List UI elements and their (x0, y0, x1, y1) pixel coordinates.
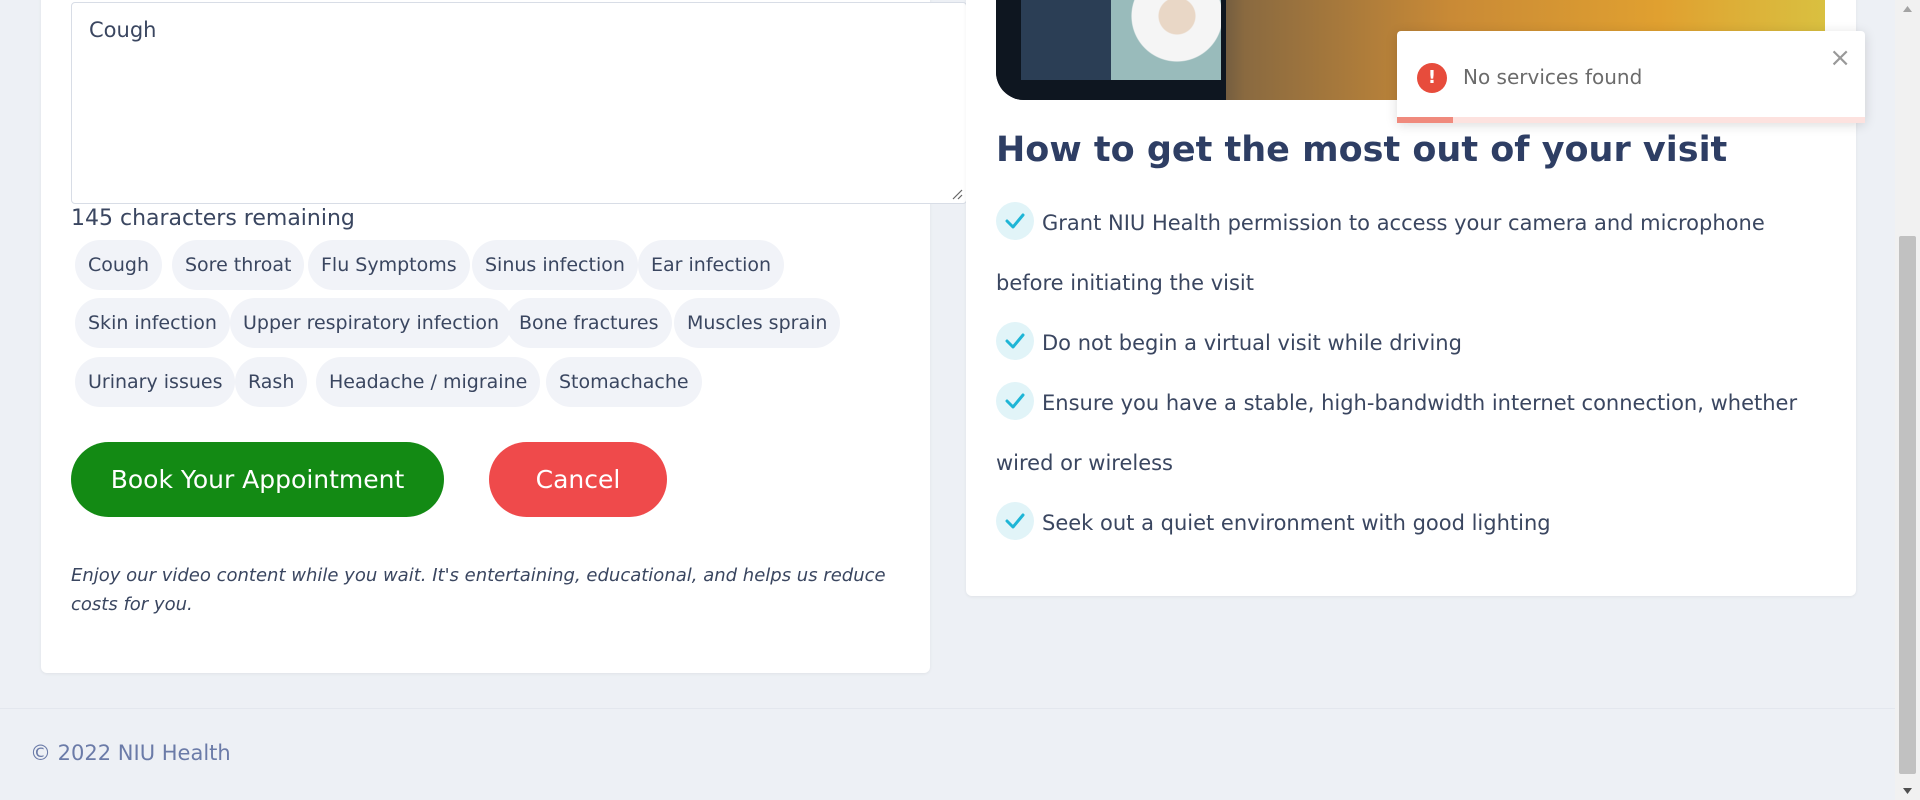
check-icon (996, 322, 1034, 360)
check-icon (996, 202, 1034, 240)
resize-grip-icon[interactable] (951, 188, 963, 200)
symptom-chip[interactable]: Headache / migraine (316, 357, 541, 407)
symptom-chip[interactable]: Muscles sprain (674, 298, 841, 348)
symptom-chip[interactable]: Sinus infection (472, 240, 638, 290)
symptom-chip[interactable]: Ear infection (638, 240, 785, 290)
visit-tips-heading: How to get the most out of your visit (996, 130, 1728, 170)
tip-text: Seek out a quiet environment with good l… (1042, 511, 1551, 535)
toast-message: No services found (1463, 65, 1643, 89)
symptom-chip[interactable]: Sore throat (172, 240, 305, 290)
symptom-chip[interactable]: Stomachache (546, 357, 702, 407)
scrollbar-thumb[interactable] (1899, 236, 1916, 774)
tip-item: Ensure you have a stable, high-bandwidth… (996, 373, 1826, 493)
chars-remaining: 145 characters remaining (71, 206, 355, 231)
tip-item: Seek out a quiet environment with good l… (996, 493, 1826, 553)
symptom-chip[interactable]: Bone fractures (506, 298, 672, 348)
symptom-chip[interactable]: Skin infection (75, 298, 230, 348)
symptoms-textarea-value: Cough (89, 18, 157, 42)
doctor-on-screen (1111, 0, 1221, 80)
toast-progress-bar (1397, 117, 1454, 123)
monitor-illustration (996, 0, 1226, 100)
symptoms-textarea[interactable]: Cough (71, 2, 967, 204)
page-scrollbar[interactable] (1895, 0, 1920, 800)
tip-text: Grant NIU Health permission to access yo… (996, 211, 1765, 295)
footer-divider (0, 708, 1895, 709)
tip-item: Grant NIU Health permission to access yo… (996, 193, 1826, 313)
scroll-up-arrow-icon[interactable] (1895, 0, 1920, 18)
video-content-note: Enjoy our video content while you wait. … (71, 565, 886, 615)
check-icon (996, 382, 1034, 420)
tip-text: Ensure you have a stable, high-bandwidth… (996, 391, 1798, 475)
symptom-chip[interactable]: Upper respiratory infection (230, 298, 513, 348)
toast-progress-track (1397, 117, 1865, 123)
book-appointment-button[interactable]: Book Your Appointment (71, 442, 444, 517)
tip-item: Do not begin a virtual visit while drivi… (996, 313, 1826, 373)
cancel-button[interactable]: Cancel (489, 442, 667, 517)
symptom-chip[interactable]: Rash (235, 357, 308, 407)
tip-text: Do not begin a virtual visit while drivi… (1042, 331, 1462, 355)
error-icon: ! (1417, 63, 1447, 93)
close-icon[interactable]: × (1829, 43, 1851, 73)
copyright-text: © 2022 NIU Health (30, 741, 231, 765)
symptom-chip[interactable]: Flu Symptoms (308, 240, 470, 290)
check-icon (996, 502, 1034, 540)
symptom-chip[interactable]: Urinary issues (75, 357, 236, 407)
scroll-down-arrow-icon[interactable] (1895, 782, 1920, 800)
error-toast: ! No services found × (1397, 31, 1865, 123)
symptom-chip[interactable]: Cough (75, 240, 163, 290)
